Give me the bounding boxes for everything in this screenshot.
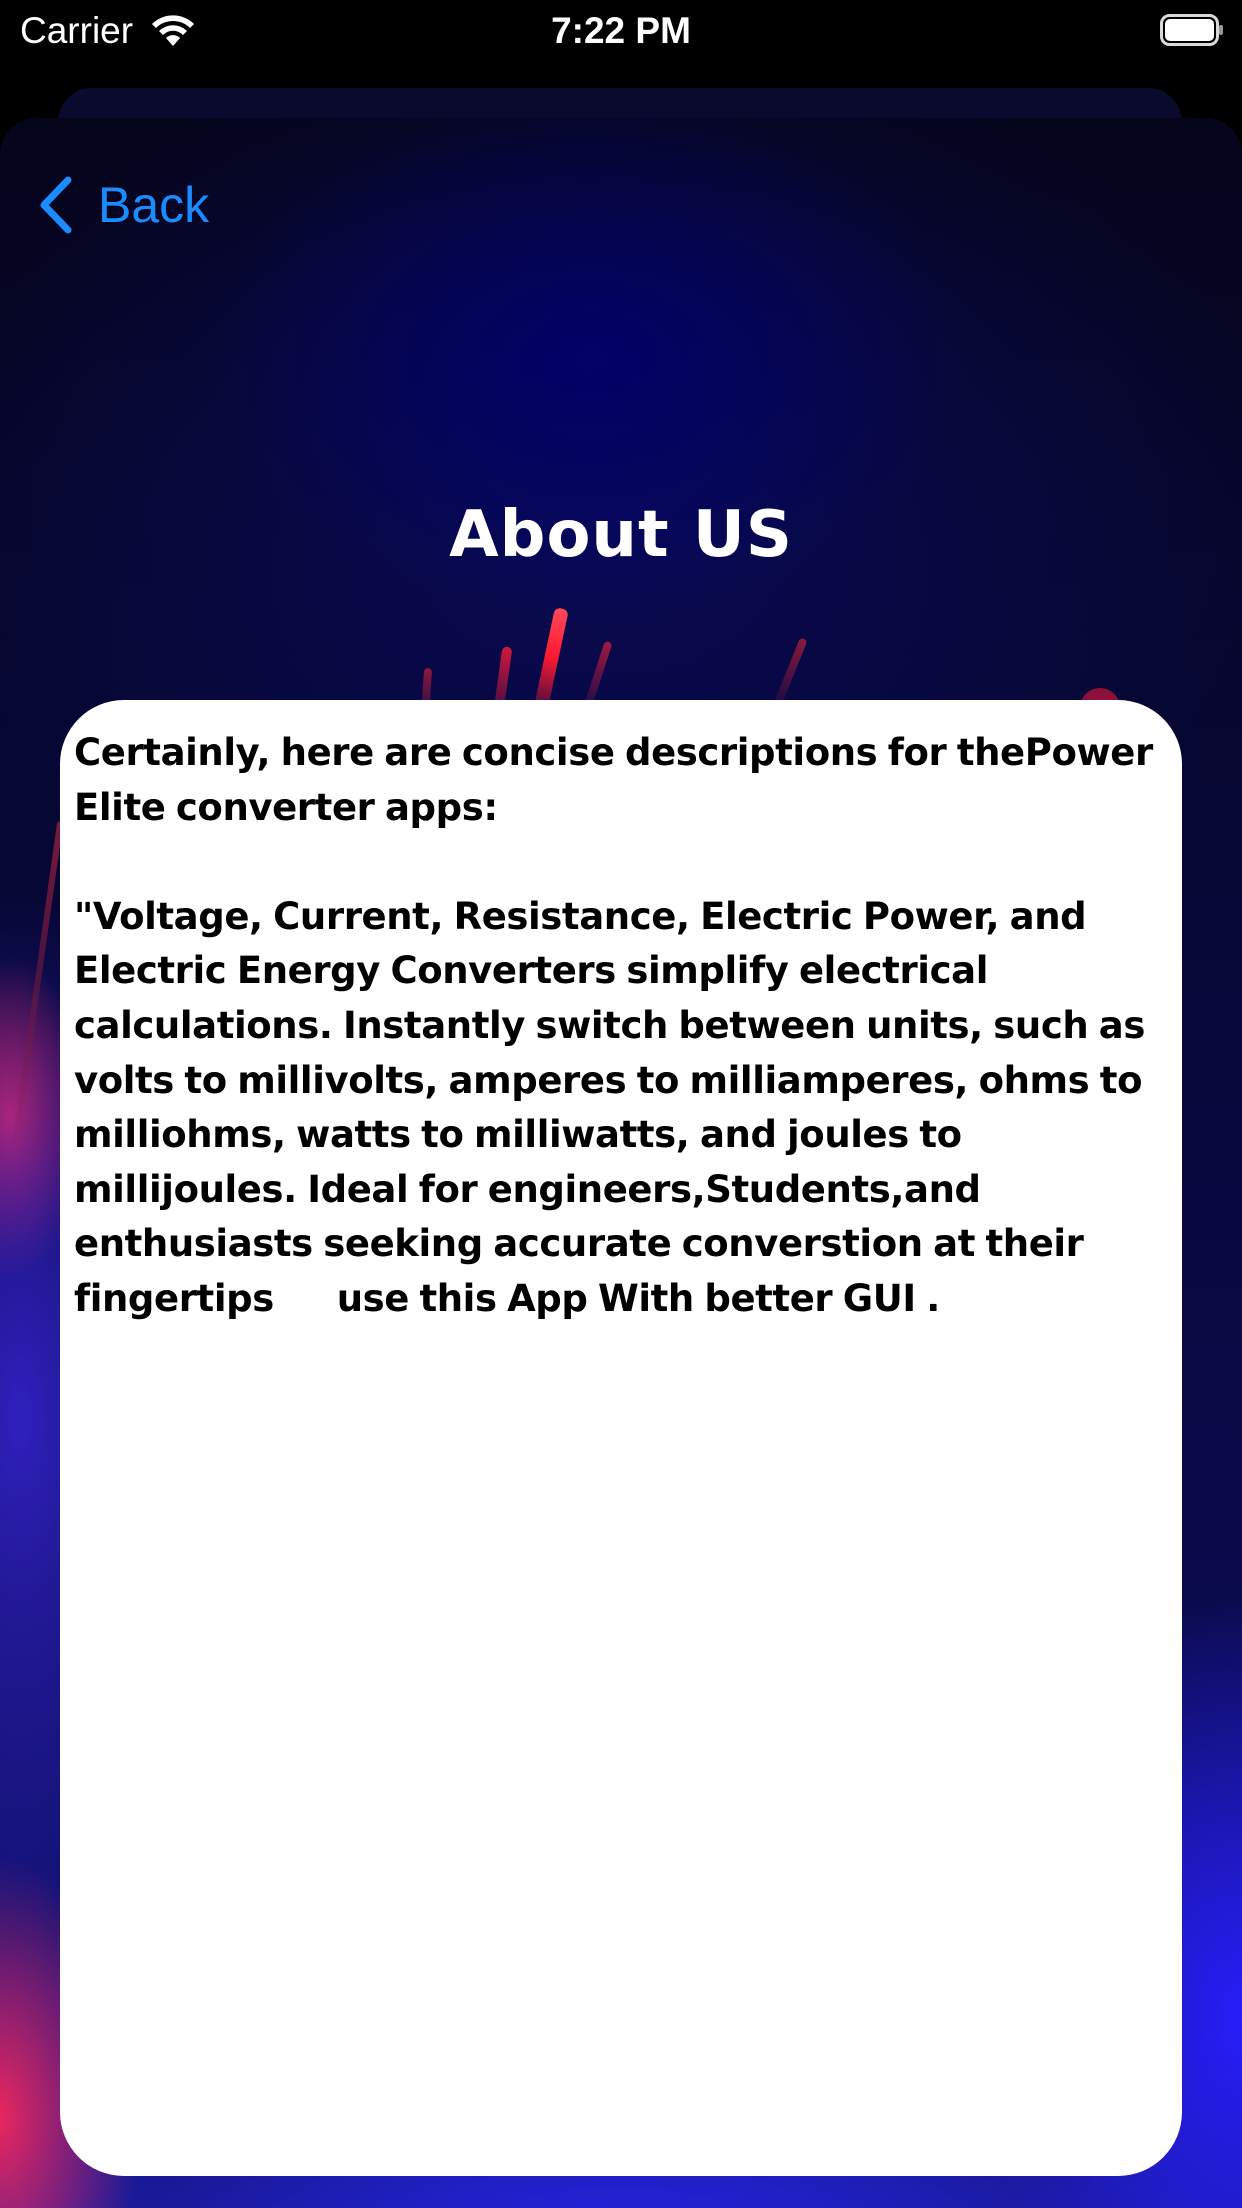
back-button[interactable]: Back bbox=[36, 170, 209, 240]
about-paragraph: "Voltage, Current, Resistance, Electric … bbox=[74, 894, 1156, 1320]
app-screen: Carrier 7:22 PM Back About US Certainly,… bbox=[0, 0, 1242, 2208]
page-title: About US bbox=[449, 498, 793, 572]
light-streak bbox=[10, 820, 64, 1159]
status-bar: Carrier 7:22 PM bbox=[0, 0, 1242, 64]
chevron-left-icon bbox=[40, 176, 72, 234]
about-description: Certainly, here are concise descriptions… bbox=[74, 726, 1168, 1327]
about-text-card: Certainly, here are concise descriptions… bbox=[60, 700, 1182, 2176]
battery-icon bbox=[1160, 14, 1223, 46]
about-paragraph: Certainly, here are concise descriptions… bbox=[74, 731, 1164, 829]
back-label: Back bbox=[98, 177, 210, 233]
status-time: 7:22 PM bbox=[551, 10, 691, 51]
